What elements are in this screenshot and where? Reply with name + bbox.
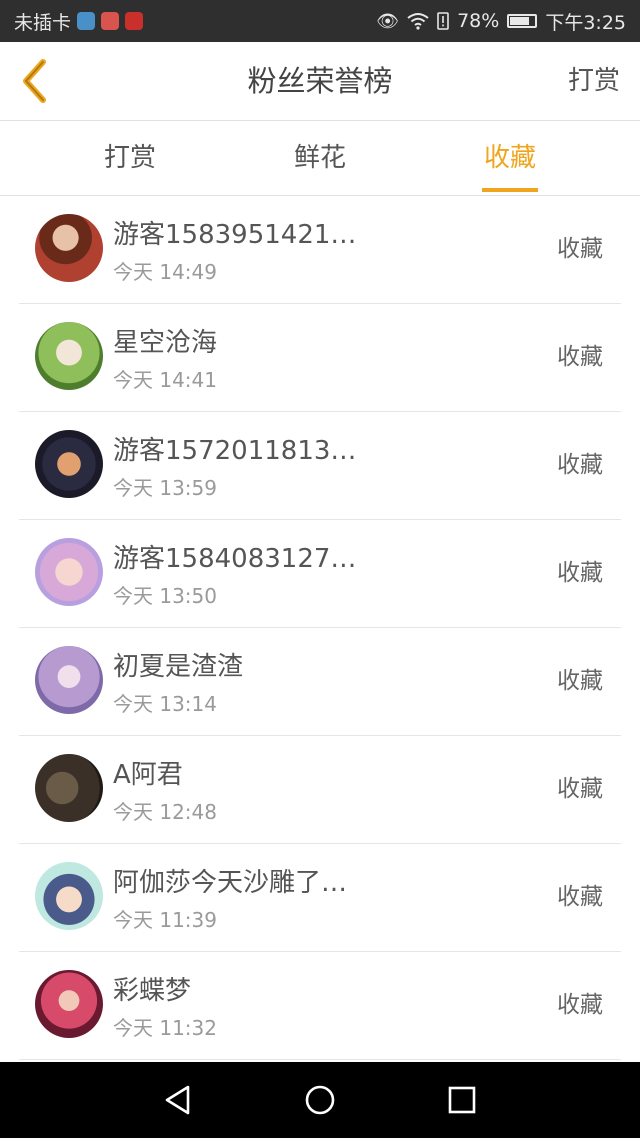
- eye-icon: 👁: [376, 10, 400, 32]
- list-item[interactable]: 游客1584083127… 今天 13:50 收藏: [19, 520, 621, 628]
- avatar: [35, 970, 103, 1038]
- user-name: 游客1572011813…: [113, 436, 357, 466]
- wifi-icon: [407, 13, 429, 30]
- chevron-left-icon: [23, 59, 46, 103]
- fan-list: 游客1583951421… 今天 14:49 收藏 星空沧海 今天 14:41 …: [0, 196, 640, 1060]
- tab-label: 鲜花: [293, 143, 346, 173]
- list-item[interactable]: 彩蝶梦 今天 11:32 收藏: [19, 952, 621, 1060]
- nav-recents-button[interactable]: [442, 1080, 482, 1120]
- tab-favorites[interactable]: 收藏: [440, 121, 580, 195]
- action-label: 收藏: [557, 776, 603, 802]
- battery-icon: [507, 14, 538, 28]
- nav-home-button[interactable]: [300, 1080, 340, 1120]
- status-bar: 未插卡 👁 78% 下午3:25: [0, 0, 640, 42]
- timestamp: 今天 13:59: [113, 476, 217, 500]
- list-item[interactable]: 游客1583951421… 今天 14:49 收藏: [19, 196, 621, 304]
- user-name: 阿伽莎今天沙雕了…: [113, 868, 348, 898]
- tab-bar: 打赏 鲜花 收藏: [0, 121, 640, 196]
- action-label: 收藏: [557, 452, 603, 478]
- action-label: 收藏: [557, 992, 603, 1018]
- timestamp: 今天 13:14: [113, 692, 217, 716]
- recents-square-icon: [448, 1086, 476, 1114]
- user-name: 星空沧海: [113, 328, 218, 358]
- list-item[interactable]: 游客1572011813… 今天 13:59 收藏: [19, 412, 621, 520]
- user-name: 初夏是渣渣: [113, 652, 244, 682]
- avatar: [35, 214, 103, 282]
- avatar: [35, 430, 103, 498]
- list-item[interactable]: 星空沧海 今天 14:41 收藏: [19, 304, 621, 412]
- user-name: 彩蝶梦: [113, 976, 192, 1006]
- active-tab-indicator: [482, 188, 538, 192]
- battery-percent: 78%: [457, 10, 500, 32]
- tab-reward[interactable]: 打赏: [60, 121, 200, 195]
- action-label: 收藏: [557, 668, 603, 694]
- action-label: 收藏: [557, 236, 603, 262]
- home-circle-icon: [305, 1085, 335, 1115]
- timestamp: 今天 14:49: [113, 260, 217, 284]
- avatar: [35, 646, 103, 714]
- timestamp: 今天 11:32: [113, 1016, 217, 1040]
- list-item[interactable]: 阿伽莎今天沙雕了… 今天 11:39 收藏: [19, 844, 621, 952]
- alert-icon: [437, 12, 449, 30]
- avatar: [35, 754, 103, 822]
- battery-level: [510, 17, 529, 25]
- back-triangle-icon: [165, 1085, 190, 1115]
- app-notification-icon: [125, 12, 144, 30]
- avatar: [35, 322, 103, 390]
- timestamp: 今天 14:41: [113, 368, 217, 392]
- system-nav-bar: [0, 1062, 640, 1138]
- carrier-label: 未插卡: [14, 11, 72, 34]
- tab-label: 收藏: [483, 143, 536, 173]
- avatar: [35, 538, 103, 606]
- app-notification-icon: [101, 12, 120, 30]
- avatar: [35, 862, 103, 930]
- timestamp: 今天 13:50: [113, 584, 217, 608]
- list-item[interactable]: 初夏是渣渣 今天 13:14 收藏: [19, 628, 621, 736]
- user-name: 游客1583951421…: [113, 220, 357, 250]
- action-label: 收藏: [557, 884, 603, 910]
- header-reward-button[interactable]: 打赏: [568, 42, 620, 120]
- timestamp: 今天 12:48: [113, 800, 217, 824]
- clock: 下午3:25: [545, 11, 626, 34]
- timestamp: 今天 11:39: [113, 908, 217, 932]
- page-title: 粉丝荣誉榜: [247, 64, 393, 98]
- app-notification-icon: [77, 12, 96, 30]
- app-header: 粉丝荣誉榜 打赏: [0, 42, 640, 121]
- user-name: A阿君: [113, 760, 183, 790]
- action-label: 收藏: [557, 560, 603, 586]
- user-name: 游客1584083127…: [113, 544, 357, 574]
- tab-label: 打赏: [103, 143, 156, 173]
- list-item[interactable]: A阿君 今天 12:48 收藏: [19, 736, 621, 844]
- nav-back-button[interactable]: [158, 1080, 198, 1120]
- tab-flowers[interactable]: 鲜花: [250, 121, 390, 195]
- action-label: 收藏: [557, 344, 603, 370]
- back-button[interactable]: [14, 56, 54, 106]
